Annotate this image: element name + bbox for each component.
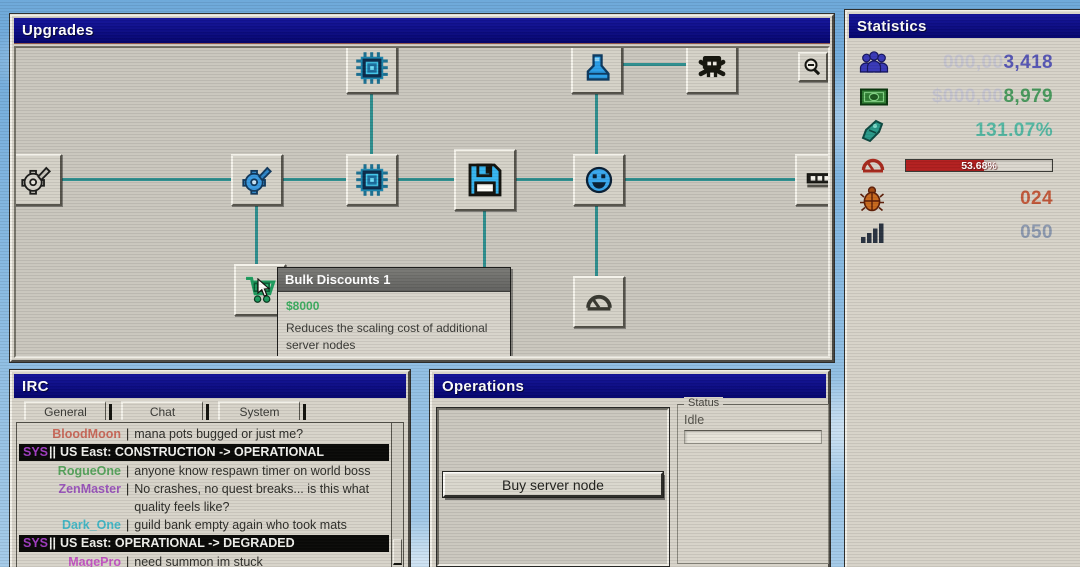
tab-system[interactable]: System bbox=[218, 401, 300, 420]
irc-scrollbar-thumb[interactable] bbox=[393, 539, 402, 565]
signal-value: 050 bbox=[891, 222, 1053, 244]
population-value: 000,003,418 bbox=[891, 52, 1053, 74]
irc-titlebar: IRC bbox=[14, 374, 406, 398]
chat-nick: BloodMoon bbox=[19, 425, 121, 443]
load-gauge-icon bbox=[859, 152, 891, 178]
money-icon bbox=[859, 85, 891, 109]
tab-divider bbox=[303, 404, 306, 420]
chat-text: mana pots bugged or just me? bbox=[134, 425, 389, 443]
chip-icon bbox=[355, 163, 389, 197]
speed-boot-icon bbox=[859, 117, 891, 145]
tooltip-description: Reduces the scaling cost of additional s… bbox=[286, 320, 502, 355]
chat-nick: MagePro bbox=[19, 553, 121, 567]
tab-divider bbox=[109, 404, 112, 420]
system-message: SYS || US East: OPERATIONAL -> DEGRADED bbox=[19, 535, 389, 552]
upgrade-node-chip-top[interactable] bbox=[346, 46, 398, 94]
upgrade-node-skull[interactable] bbox=[686, 46, 738, 94]
upgrade-node-server-card[interactable] bbox=[795, 154, 830, 206]
status-group-label: Status bbox=[684, 397, 723, 409]
upgrade-node-wrench-blue[interactable] bbox=[231, 154, 283, 206]
gauge-icon bbox=[583, 286, 615, 318]
irc-window: IRC General Chat System BloodMoon | mana… bbox=[10, 370, 410, 567]
stat-row-bugs: 024 bbox=[849, 182, 1080, 216]
chat-text: anyone know respawn timer on world boss bbox=[134, 462, 389, 480]
upgrade-tooltip: Bulk Discounts 1 $8000 Reduces the scali… bbox=[277, 267, 511, 358]
operations-window: Operations Buy server node Status Idle bbox=[430, 370, 830, 567]
chat-nick: ZenMaster bbox=[19, 480, 121, 516]
irc-message-list[interactable]: BloodMoon | mana pots bugged or just me?… bbox=[16, 422, 404, 567]
zoom-out-magnifier-icon bbox=[803, 57, 823, 77]
chat-message: MagePro | need summon im stuck bbox=[19, 553, 389, 567]
operations-title: Operations bbox=[442, 378, 524, 395]
chip-icon bbox=[355, 51, 389, 85]
sys-tag: SYS bbox=[23, 535, 48, 552]
tooltip-price: $8000 bbox=[286, 299, 502, 313]
tooltip-title: Bulk Discounts 1 bbox=[278, 268, 510, 292]
tab-general[interactable]: General bbox=[24, 401, 106, 420]
population-icon bbox=[859, 50, 891, 76]
skull-icon bbox=[696, 52, 728, 84]
load-progress-label: 53.68% bbox=[906, 160, 1052, 171]
chat-message: RogueOne | anyone know respawn timer on … bbox=[19, 462, 389, 480]
chat-text: No crashes, no quest breaks... is this w… bbox=[134, 480, 384, 516]
stat-row-signal: 050 bbox=[849, 216, 1080, 250]
system-message: SYS || US East: CONSTRUCTION -> OPERATIO… bbox=[19, 444, 389, 461]
tab-divider bbox=[206, 404, 209, 420]
stat-row-load: 53.68% bbox=[849, 148, 1080, 182]
signal-icon bbox=[859, 221, 891, 245]
wrench-gear-blue-icon bbox=[241, 164, 273, 196]
floppy-save-icon bbox=[465, 160, 505, 200]
irc-scrollbar[interactable] bbox=[391, 423, 403, 567]
sys-text: US East: CONSTRUCTION -> OPERATIONAL bbox=[60, 444, 385, 461]
status-groupbox: Status Idle bbox=[677, 404, 829, 564]
upgrade-node-gauge[interactable] bbox=[573, 276, 625, 328]
buy-server-node-button[interactable]: Buy server node bbox=[443, 472, 663, 497]
upgrade-node-chip-mid[interactable] bbox=[346, 154, 398, 206]
tab-chat[interactable]: Chat bbox=[121, 401, 203, 420]
chat-message: BloodMoon | mana pots bugged or just me? bbox=[19, 425, 389, 443]
upgrade-node-floppy[interactable] bbox=[454, 149, 516, 211]
chat-nick: RogueOne bbox=[19, 462, 121, 480]
bugs-value: 024 bbox=[891, 188, 1053, 210]
load-progress-bar: 53.68% bbox=[905, 159, 1053, 172]
zoom-out-button[interactable] bbox=[798, 52, 828, 82]
chat-message: Dark_One | guild bank empty again who to… bbox=[19, 516, 389, 534]
operations-titlebar: Operations bbox=[434, 374, 826, 398]
upgrades-titlebar: Upgrades bbox=[14, 18, 830, 44]
upgrades-title: Upgrades bbox=[22, 22, 94, 39]
upgrade-node-smiley[interactable] bbox=[573, 154, 625, 206]
sys-tag: SYS bbox=[23, 444, 48, 461]
chat-text: guild bank empty again who took mats bbox=[134, 516, 389, 534]
operations-action-panel: Buy server node bbox=[437, 408, 669, 566]
chat-text: need summon im stuck bbox=[134, 553, 389, 567]
irc-tab-strip: General Chat System bbox=[14, 398, 406, 420]
irc-title: IRC bbox=[22, 378, 49, 395]
tree-line-main-horizontal bbox=[36, 178, 826, 181]
boost-value: 131.07% bbox=[891, 120, 1053, 142]
chat-nick: Dark_One bbox=[19, 516, 121, 534]
statistics-title: Statistics bbox=[857, 18, 927, 35]
sys-text: US East: OPERATIONAL -> DEGRADED bbox=[60, 535, 385, 552]
statistics-window: Statistics 000,003,418 $000,008,979 131.… bbox=[845, 10, 1080, 567]
money-value: $000,008,979 bbox=[891, 86, 1053, 108]
upgrade-node-boost[interactable] bbox=[571, 46, 623, 94]
stat-row-boost: 131.07% bbox=[849, 114, 1080, 148]
upgrade-tree-canvas[interactable]: Bulk Discounts 1 $8000 Reduces the scali… bbox=[14, 46, 830, 358]
statistics-titlebar: Statistics bbox=[849, 14, 1080, 38]
upgrades-window: Upgrades bbox=[10, 14, 834, 362]
chat-message: ZenMaster | No crashes, no quest breaks.… bbox=[19, 480, 389, 516]
stat-row-population: 000,003,418 bbox=[849, 46, 1080, 80]
server-card-icon bbox=[805, 164, 830, 196]
bug-icon bbox=[859, 185, 891, 213]
wrench-gear-gray-icon bbox=[20, 164, 52, 196]
mouse-cursor bbox=[256, 278, 271, 303]
boost-boot-icon bbox=[581, 52, 613, 84]
stat-row-money: $000,008,979 bbox=[849, 80, 1080, 114]
smiley-face-icon bbox=[583, 164, 615, 196]
upgrade-node-wrench-gray[interactable] bbox=[14, 154, 62, 206]
status-progress-bar bbox=[684, 430, 822, 444]
status-text: Idle bbox=[684, 413, 822, 427]
